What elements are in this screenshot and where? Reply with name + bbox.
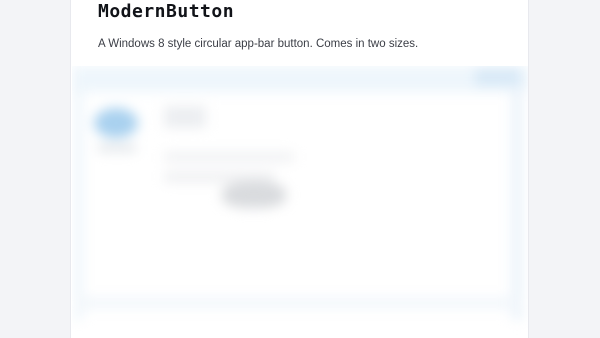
preview-circular-button-label (98, 144, 136, 152)
preview-window-bottom-edge (76, 298, 522, 308)
component-description: A Windows 8 style circular app-bar butto… (98, 38, 419, 50)
preview-blurred-content (72, 66, 528, 338)
component-title: ModernButton (98, 1, 235, 22)
preview-window-controls (475, 68, 521, 86)
preview-window-left-edge (76, 88, 82, 320)
preview-window-titlebar (72, 66, 528, 92)
preview-secondary-button (164, 106, 206, 128)
component-card: ModernButton A Windows 8 style circular … (70, 0, 529, 338)
preview-content-line (164, 152, 294, 162)
preview-window-right-edge (511, 88, 523, 320)
preview-content-line (164, 172, 274, 182)
preview-circular-button (94, 108, 138, 138)
preview-image (72, 66, 528, 338)
preview-small-button (222, 182, 286, 208)
